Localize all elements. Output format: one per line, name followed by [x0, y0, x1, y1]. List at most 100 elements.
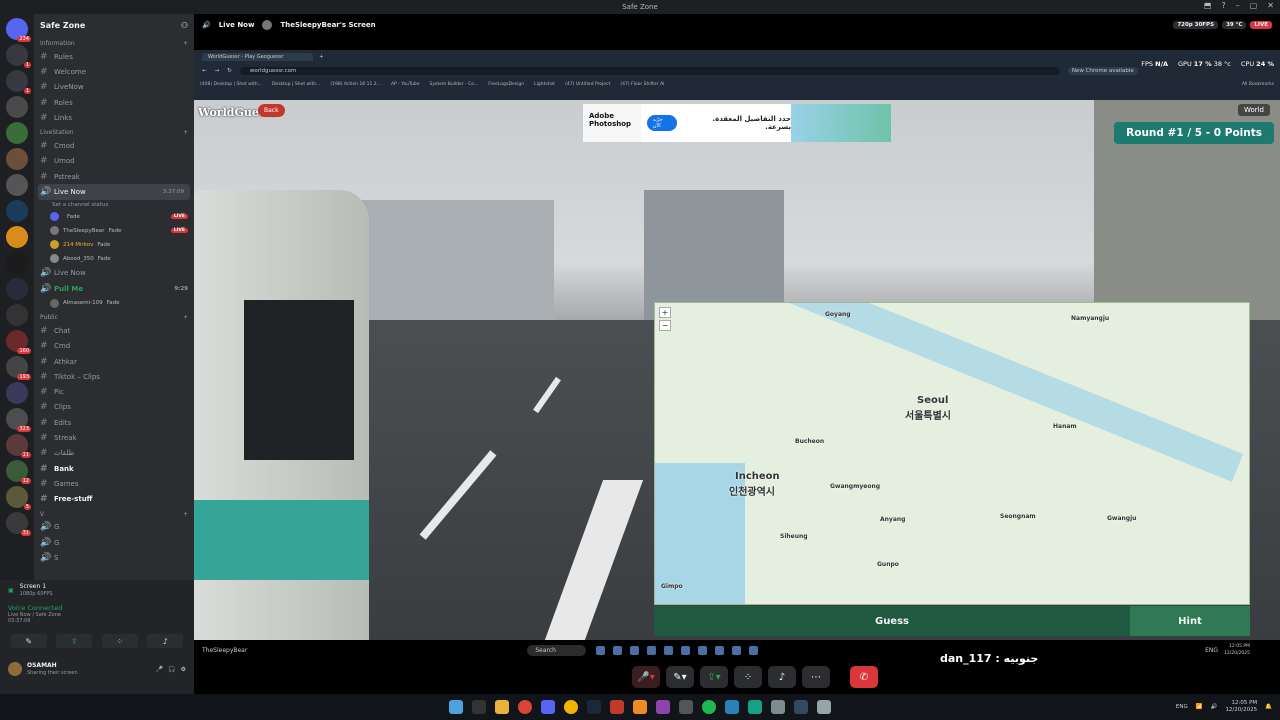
- bookmark[interactable]: Lightshot: [534, 82, 555, 87]
- start-icon[interactable]: [449, 700, 463, 714]
- channel-free-stuff[interactable]: # Free-stuff: [34, 492, 194, 507]
- volume-icon[interactable]: 🔊: [1211, 704, 1218, 710]
- ad-banner[interactable]: Adobe Photoshop جرّبه الآن حدد التفاصيل …: [583, 104, 891, 142]
- server-icon[interactable]: [6, 252, 28, 274]
- voice-connection[interactable]: Voice Connected Live Now / Safe Zone 03:…: [0, 600, 194, 628]
- voice-member[interactable]: Fade LIVE: [34, 210, 194, 224]
- channel-clips[interactable]: # Clips: [34, 400, 194, 415]
- maximize-button[interactable]: ▢: [1250, 1, 1258, 10]
- tray-lang[interactable]: ENG: [1176, 704, 1188, 710]
- channel-welcome[interactable]: # Welcome: [34, 64, 194, 79]
- notification-icon[interactable]: 🔔: [1265, 704, 1272, 710]
- server-icon[interactable]: 234: [6, 18, 31, 42]
- minimize-button[interactable]: –: [1236, 1, 1240, 10]
- gear-icon[interactable]: ⚙: [181, 666, 186, 673]
- steam-icon[interactable]: [587, 700, 601, 714]
- channel-chat[interactable]: # Chat: [34, 323, 194, 338]
- guess-button[interactable]: Guess: [654, 606, 1130, 636]
- add-member-icon[interactable]: ⚇: [181, 21, 188, 30]
- channel-cmd[interactable]: # Cmd: [34, 339, 194, 354]
- headphones-icon[interactable]: 🎧: [168, 666, 175, 673]
- category-voice[interactable]: V +: [34, 507, 194, 520]
- activities-button[interactable]: ⁘: [734, 666, 762, 688]
- bookmark[interactable]: All Bookmarks: [1242, 82, 1274, 87]
- server-icon[interactable]: 193: [6, 356, 31, 380]
- bookmark[interactable]: FreeLogoDesign: [488, 82, 524, 87]
- spotify-icon[interactable]: [702, 700, 716, 714]
- server-icon[interactable]: 5: [6, 486, 31, 510]
- new-chrome-notice[interactable]: New Chrome available: [1067, 67, 1138, 75]
- voice-channel-g[interactable]: 🔊 G: [34, 520, 194, 535]
- app-icon[interactable]: [817, 700, 831, 714]
- channel-athkar[interactable]: # Athkar: [34, 354, 194, 369]
- bookmark[interactable]: System Builder - Co...: [430, 82, 479, 87]
- soundboard-button[interactable]: ♪: [768, 666, 796, 688]
- bookmark[interactable]: (198) Action 16 11 2...: [330, 82, 381, 87]
- channel-arabic[interactable]: # ظلقات: [34, 446, 194, 461]
- server-icon[interactable]: [6, 304, 28, 326]
- server-icon[interactable]: [6, 122, 28, 144]
- app-icon[interactable]: [771, 700, 785, 714]
- app-icon[interactable]: [656, 700, 670, 714]
- server-icon[interactable]: 11: [6, 434, 31, 458]
- voice-channel-g-2[interactable]: 🔊 G: [34, 535, 194, 550]
- voice-member[interactable]: TheSleepyBear Fade LIVE: [34, 224, 194, 238]
- server-icon[interactable]: 323: [6, 408, 31, 432]
- add-channel-icon[interactable]: +: [183, 129, 188, 136]
- channel-pic[interactable]: # Pic: [34, 384, 194, 399]
- app-icon[interactable]: [748, 700, 762, 714]
- system-clock[interactable]: 12:05 PM 12/20/2025: [1225, 700, 1257, 714]
- voice-channel-live-now[interactable]: 🔊 Live Now 3:37:09: [38, 184, 190, 200]
- world-mode-button[interactable]: World: [1237, 104, 1270, 116]
- screen-share-button[interactable]: ⇪▾: [700, 666, 728, 688]
- server-icon[interactable]: [6, 174, 28, 196]
- bookmark[interactable]: (47) Floor Shifter AI: [620, 82, 664, 87]
- discord-icon[interactable]: [541, 700, 555, 714]
- server-icon[interactable]: [6, 148, 28, 170]
- server-icon[interactable]: 1: [6, 44, 31, 68]
- add-channel-icon[interactable]: +: [183, 314, 188, 321]
- search-icon[interactable]: [472, 700, 486, 714]
- new-tab-icon[interactable]: +: [319, 54, 323, 60]
- server-icon[interactable]: 31: [6, 512, 31, 536]
- bookmark[interactable]: Desktop | Shot with...: [272, 82, 320, 87]
- server-icon[interactable]: 1: [6, 70, 31, 94]
- channel-games[interactable]: # Games: [34, 476, 194, 491]
- category-public[interactable]: Public +: [34, 310, 194, 323]
- server-icon[interactable]: [6, 226, 28, 248]
- ad-cta[interactable]: جرّبه الآن: [646, 115, 678, 131]
- server-icon[interactable]: 160: [6, 330, 31, 354]
- channel-pstreak[interactable]: # Pstreak: [34, 169, 194, 184]
- server-icon[interactable]: [6, 382, 28, 404]
- bookmark[interactable]: (408) Desktop | Shot with...: [200, 82, 262, 87]
- forward-arrow-icon[interactable]: →: [215, 68, 220, 74]
- wifi-icon[interactable]: 📶: [1196, 704, 1203, 710]
- chrome-profile-icon[interactable]: [564, 700, 578, 714]
- bookmark[interactable]: (47) Untitled Project: [565, 82, 610, 87]
- channel-roles[interactable]: # Roles: [34, 95, 194, 110]
- zoom-in-button[interactable]: +: [659, 307, 671, 318]
- server-icon[interactable]: [6, 200, 28, 222]
- channel-edits[interactable]: # Edits: [34, 415, 194, 430]
- guess-map[interactable]: + − Seoul 서울특별시 Incheon 인천광역시 Goyang Nam…: [654, 302, 1250, 605]
- share-screen-button[interactable]: ⇪: [56, 634, 93, 648]
- camera-off-button[interactable]: ✎: [10, 634, 47, 648]
- category-livestation[interactable]: LiveStation +: [34, 125, 194, 138]
- user-info[interactable]: OSAMAH Sharing their screen 🎤 🎧 ⚙: [0, 658, 194, 680]
- voice-member[interactable]: Abood_350 Fade: [34, 252, 194, 266]
- file-explorer-icon[interactable]: [495, 700, 509, 714]
- server-icon[interactable]: 12: [6, 460, 31, 484]
- street-view[interactable]: Adobe Photoshop جرّبه الآن حدد التفاصيل …: [194, 100, 1280, 640]
- server-header[interactable]: Safe Zone ⚇: [34, 14, 194, 36]
- channel-streak[interactable]: # Streak: [34, 430, 194, 445]
- chrome-icon[interactable]: [518, 700, 532, 714]
- app-icon[interactable]: [725, 700, 739, 714]
- channel-bank[interactable]: # Bank: [34, 461, 194, 476]
- more-button[interactable]: ⋯: [802, 666, 830, 688]
- voice-channel-pull-me[interactable]: 🔊 Pull Me 9:29: [34, 281, 194, 296]
- camera-button[interactable]: ✎▾: [666, 666, 694, 688]
- voice-channel-s[interactable]: 🔊 S: [34, 550, 194, 565]
- address-field[interactable]: worldguessr.com: [239, 67, 1060, 75]
- channel-umod[interactable]: # Umod: [34, 154, 194, 169]
- app-icon[interactable]: [610, 700, 624, 714]
